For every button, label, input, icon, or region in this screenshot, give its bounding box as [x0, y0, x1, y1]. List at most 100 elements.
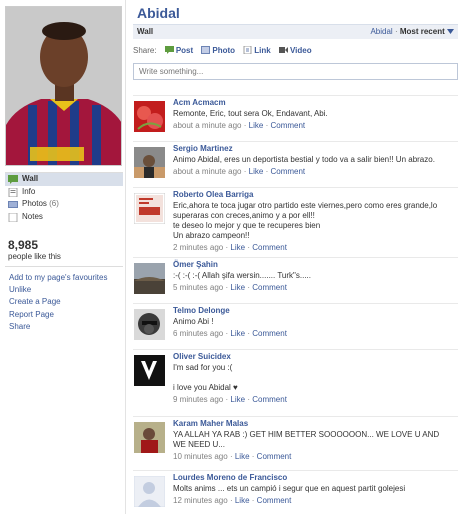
- meta-separator: ·: [229, 496, 233, 505]
- sort-dropdown[interactable]: Most recent: [400, 27, 445, 36]
- post-icon: [164, 46, 174, 54]
- post-timestamp[interactable]: 5 minutes ago: [173, 283, 223, 292]
- post-meta: 2 minutes ago · Like · Comment: [173, 243, 458, 253]
- page-title[interactable]: Abidal: [137, 5, 180, 21]
- page-actions: Add to my page's favourites Unlike Creat…: [9, 272, 124, 333]
- meta-separator: ·: [247, 243, 250, 252]
- share-photo-button[interactable]: Photo: [201, 46, 235, 55]
- video-icon: [278, 47, 288, 53]
- avatar[interactable]: [134, 101, 165, 132]
- share-post-label: Post: [175, 46, 194, 55]
- nav-item-info[interactable]: Info: [5, 186, 123, 199]
- like-link[interactable]: Like: [249, 167, 264, 176]
- avatar[interactable]: [134, 309, 165, 340]
- comment-link[interactable]: Comment: [252, 329, 287, 338]
- unlike-link[interactable]: Unlike: [9, 284, 124, 296]
- meta-separator: ·: [225, 243, 229, 252]
- nav-item-photos[interactable]: Photos (6): [5, 198, 123, 211]
- share-video-button[interactable]: Video: [278, 46, 312, 55]
- share-post-button[interactable]: Post: [164, 46, 194, 55]
- nav-label-info: Info: [22, 186, 36, 196]
- profile-picture[interactable]: [5, 6, 122, 166]
- filter-abidal-link[interactable]: Abidal: [370, 27, 392, 36]
- nav-item-wall[interactable]: Wall: [5, 173, 123, 186]
- avatar[interactable]: [134, 147, 165, 178]
- like-link[interactable]: Like: [235, 496, 250, 505]
- like-link[interactable]: Like: [249, 121, 264, 130]
- share-label: Share:: [133, 46, 157, 55]
- meta-separator: ·: [265, 121, 269, 130]
- post-author[interactable]: Roberto Olea Barriga: [173, 190, 458, 200]
- post-timestamp[interactable]: 12 minutes ago: [173, 496, 228, 505]
- wall-post: Lourdes Moreno de Francisco Molts anims …: [133, 470, 458, 515]
- post-meta: about a minute ago · Like · Comment: [173, 167, 458, 177]
- add-to-favourites-link[interactable]: Add to my page's favourites: [9, 272, 124, 284]
- share-photo-label: Photo: [212, 46, 236, 55]
- report-page-link[interactable]: Report Page: [9, 309, 124, 321]
- post-author[interactable]: Acm Acmacm: [173, 98, 458, 108]
- meta-separator: ·: [243, 167, 247, 176]
- comment-link[interactable]: Comment: [257, 452, 292, 461]
- post-timestamp[interactable]: about a minute ago: [173, 167, 242, 176]
- meta-separator: ·: [243, 121, 247, 130]
- wall-post: Sergio Martinez Animo Abidal, eres un de…: [133, 141, 458, 188]
- meta-separator: ·: [265, 167, 269, 176]
- meta-separator: ·: [225, 283, 229, 292]
- avatar[interactable]: [134, 422, 165, 453]
- wall-post: Karam Maher Malas YA ALLAH YA RAB :) GET…: [133, 416, 458, 471]
- comment-link[interactable]: Comment: [270, 167, 305, 176]
- main-column: Abidal Wall Abidal · Most recent Share: …: [125, 0, 460, 514]
- share-bar: Share: Post Photo Link Video: [133, 46, 458, 58]
- like-link[interactable]: Like: [230, 243, 245, 252]
- filter-separator: ·: [394, 27, 398, 36]
- post-author[interactable]: Ömer Şahin: [173, 260, 458, 270]
- chevron-down-icon[interactable]: [447, 29, 454, 34]
- comment-link[interactable]: Comment: [252, 283, 287, 292]
- meta-separator: ·: [251, 496, 255, 505]
- like-link[interactable]: Like: [230, 329, 245, 338]
- left-column: Wall Info Photos (6) Notes 8,985 people …: [0, 0, 125, 514]
- divider: [5, 266, 123, 267]
- avatar[interactable]: [134, 193, 165, 224]
- wall-post: Ömer Şahin :-( :-( :-( Allah şifa wersin…: [133, 257, 458, 304]
- wall-header-bar: Wall Abidal · Most recent: [133, 24, 458, 39]
- wall-header-title: Wall: [137, 27, 154, 36]
- status-input[interactable]: Write something...: [133, 63, 458, 80]
- post-message: :-( :-( :-( Allah şifa wersin....... Tur…: [173, 271, 311, 280]
- like-link[interactable]: Like: [235, 452, 250, 461]
- avatar[interactable]: [134, 355, 165, 386]
- post-timestamp[interactable]: about a minute ago: [173, 121, 242, 130]
- post-message: Animo Abidal, eres un deportista bestial…: [173, 155, 435, 164]
- share-link[interactable]: Share: [9, 321, 124, 333]
- post-author[interactable]: Lourdes Moreno de Francisco: [173, 473, 458, 483]
- meta-separator: ·: [229, 452, 233, 461]
- post-author[interactable]: Karam Maher Malas: [173, 419, 458, 429]
- post-timestamp[interactable]: 6 minutes ago: [173, 329, 223, 338]
- post-author[interactable]: Oliver Suicidex: [173, 352, 458, 362]
- comment-link[interactable]: Comment: [252, 395, 287, 404]
- post-timestamp[interactable]: 2 minutes ago: [173, 243, 223, 252]
- post-author[interactable]: Telmo Delonge: [173, 306, 458, 316]
- comment-link[interactable]: Comment: [252, 243, 287, 252]
- avatar[interactable]: [134, 476, 165, 507]
- like-link[interactable]: Like: [230, 395, 245, 404]
- like-link[interactable]: Like: [230, 283, 245, 292]
- create-page-link[interactable]: Create a Page: [9, 296, 124, 308]
- share-link-button[interactable]: Link: [243, 46, 271, 55]
- likes-box: 8,985 people like this: [8, 238, 123, 261]
- post-author[interactable]: Sergio Martinez: [173, 144, 458, 154]
- post-meta: 6 minutes ago · Like · Comment: [173, 329, 458, 339]
- share-link-label: Link: [254, 46, 271, 55]
- post-meta: about a minute ago · Like · Comment: [173, 121, 458, 131]
- post-timestamp[interactable]: 10 minutes ago: [173, 452, 228, 461]
- nav-item-notes[interactable]: Notes: [5, 211, 123, 224]
- profile-photo-image: [6, 7, 121, 165]
- nav-label-notes: Notes: [22, 211, 43, 221]
- wall-post: Oliver Suicidex I'm sad for you :( i lov…: [133, 349, 458, 417]
- comment-link[interactable]: Comment: [270, 121, 305, 130]
- post-meta: 5 minutes ago · Like · Comment: [173, 283, 458, 293]
- avatar[interactable]: [134, 263, 165, 294]
- profile-nav: Wall Info Photos (6) Notes: [5, 172, 123, 223]
- post-timestamp[interactable]: 9 minutes ago: [173, 395, 223, 404]
- comment-link[interactable]: Comment: [257, 496, 292, 505]
